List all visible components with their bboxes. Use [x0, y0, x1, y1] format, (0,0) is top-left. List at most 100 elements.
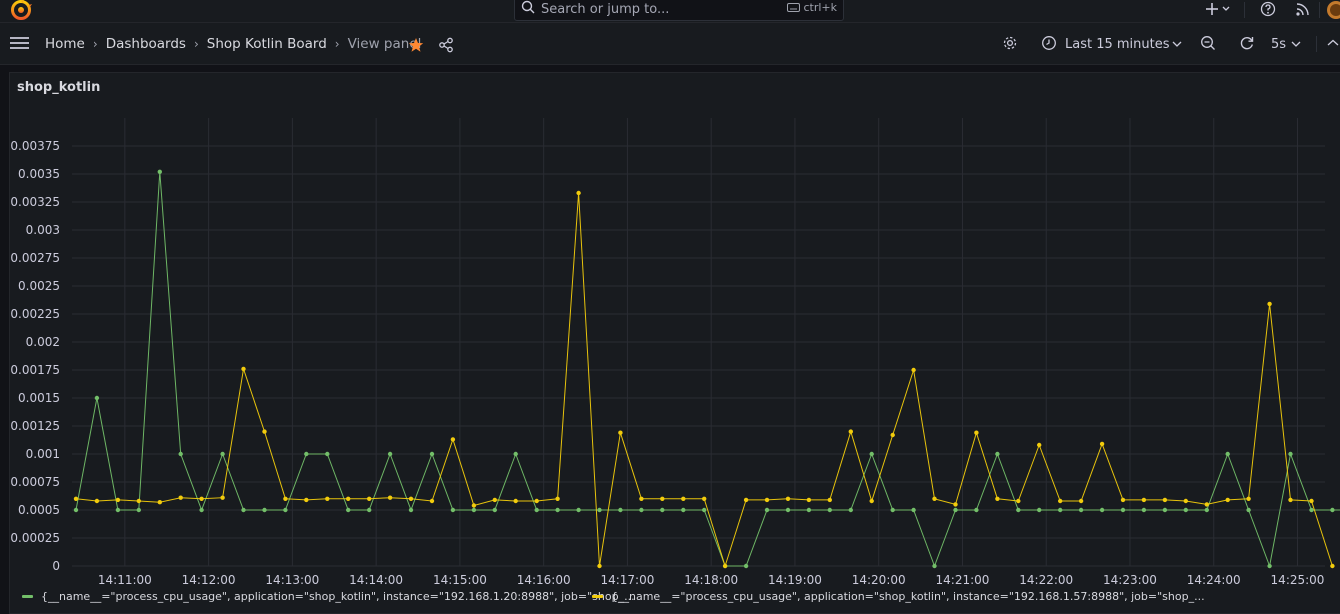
data-point	[199, 507, 204, 513]
data-point	[1099, 507, 1105, 513]
data-point	[618, 507, 623, 513]
data-point	[1204, 502, 1210, 507]
data-point	[157, 500, 162, 505]
data-point	[953, 507, 958, 513]
data-point	[450, 507, 456, 513]
x-tick-label: 14:15:00	[433, 573, 487, 587]
data-point	[1162, 497, 1168, 503]
data-point	[1204, 507, 1210, 513]
data-point	[869, 451, 874, 457]
data-point	[325, 451, 330, 457]
x-tick-label: 14:25:00	[1271, 573, 1325, 587]
data-point	[262, 429, 267, 434]
time-series-chart: 0 0.00025 0.0005 0.00075 0.001 0.00125 0.0015 0…	[10, 118, 1340, 587]
data-point	[827, 507, 832, 513]
data-point	[827, 497, 832, 503]
y-tick-label: 0.0005	[18, 503, 60, 517]
y-tick-label: 0.00125	[10, 419, 60, 433]
data-point	[1330, 507, 1335, 513]
data-point	[94, 395, 100, 401]
data-point	[618, 430, 623, 435]
data-point	[932, 563, 937, 569]
legend-item[interactable]: {__name__="process_cpu_usage", applicati…	[592, 590, 1205, 603]
data-point	[848, 507, 853, 513]
data-point	[136, 498, 141, 504]
data-point	[73, 496, 79, 501]
legend-label: {__name__="process_cpu_usage", applicati…	[611, 590, 1205, 603]
data-point	[974, 430, 979, 435]
y-tick-label: 0.00175	[10, 363, 60, 377]
legend-item[interactable]: {__name__="process_cpu_usage", applicati…	[22, 590, 635, 603]
data-point	[325, 496, 330, 501]
data-point	[513, 498, 518, 504]
data-point	[681, 507, 686, 513]
y-tick-label: 0.0015	[18, 391, 60, 405]
data-point	[241, 366, 246, 372]
data-point	[157, 169, 162, 174]
y-tick-label: 0.00025	[10, 531, 60, 545]
y-tick-label: 0.00275	[10, 251, 60, 265]
data-point	[304, 451, 309, 457]
data-point	[702, 496, 707, 501]
data-point	[555, 507, 560, 513]
data-point	[1078, 507, 1084, 513]
x-tick-label: 14:22:00	[1019, 573, 1073, 587]
data-point	[450, 437, 456, 442]
data-point	[1162, 507, 1168, 513]
y-tick-label: 0.00375	[10, 139, 60, 153]
data-point	[1288, 497, 1293, 503]
x-tick-label: 14:19:00	[768, 573, 822, 587]
data-point	[743, 563, 749, 569]
data-point	[304, 497, 309, 503]
data-point	[178, 495, 183, 500]
data-point	[1120, 497, 1126, 503]
data-point	[1288, 451, 1293, 457]
y-tick-label: 0.00075	[10, 475, 60, 489]
data-point	[722, 563, 728, 569]
x-tick-label: 14:13:00	[265, 573, 319, 587]
data-point	[1309, 498, 1314, 504]
data-point	[73, 507, 79, 513]
y-tick-label: 0.0025	[18, 279, 60, 293]
x-tick-label: 14:17:00	[600, 573, 654, 587]
data-point	[1120, 507, 1126, 513]
x-tick-label: 14:20:00	[852, 573, 906, 587]
x-tick-label: 14:24:00	[1187, 573, 1241, 587]
data-point	[764, 497, 770, 503]
data-point	[1267, 563, 1272, 569]
data-point	[178, 451, 183, 457]
data-point	[806, 507, 812, 513]
data-point	[597, 507, 602, 513]
x-tick-label: 14:23:00	[1103, 573, 1157, 587]
data-point	[555, 496, 560, 501]
data-point	[869, 498, 874, 504]
data-point	[429, 451, 435, 457]
data-point	[660, 496, 665, 501]
data-point	[1246, 507, 1251, 513]
legend-label: {__name__="process_cpu_usage", applicati…	[41, 590, 635, 603]
data-point	[471, 507, 477, 513]
data-point	[953, 502, 958, 507]
series-line-0	[75, 171, 1340, 568]
data-point	[1330, 563, 1335, 569]
x-tick-label: 14:11:00	[98, 573, 152, 587]
y-tick-label: 0.001	[26, 447, 60, 461]
data-point	[639, 496, 644, 501]
data-point	[1016, 507, 1021, 513]
data-point	[1141, 497, 1147, 503]
data-point	[1037, 442, 1042, 448]
data-point	[848, 429, 853, 434]
y-tick-label: 0.0035	[18, 167, 60, 181]
x-tick-label: 14:21:00	[936, 573, 990, 587]
data-point	[1141, 507, 1147, 513]
data-point	[764, 507, 770, 513]
data-point	[911, 367, 916, 373]
data-point	[639, 507, 644, 513]
data-point	[199, 496, 204, 501]
data-point	[806, 497, 812, 503]
data-point	[136, 507, 141, 513]
data-point	[995, 496, 1000, 501]
data-point	[597, 563, 602, 569]
data-point	[387, 451, 393, 457]
data-point	[283, 507, 288, 513]
